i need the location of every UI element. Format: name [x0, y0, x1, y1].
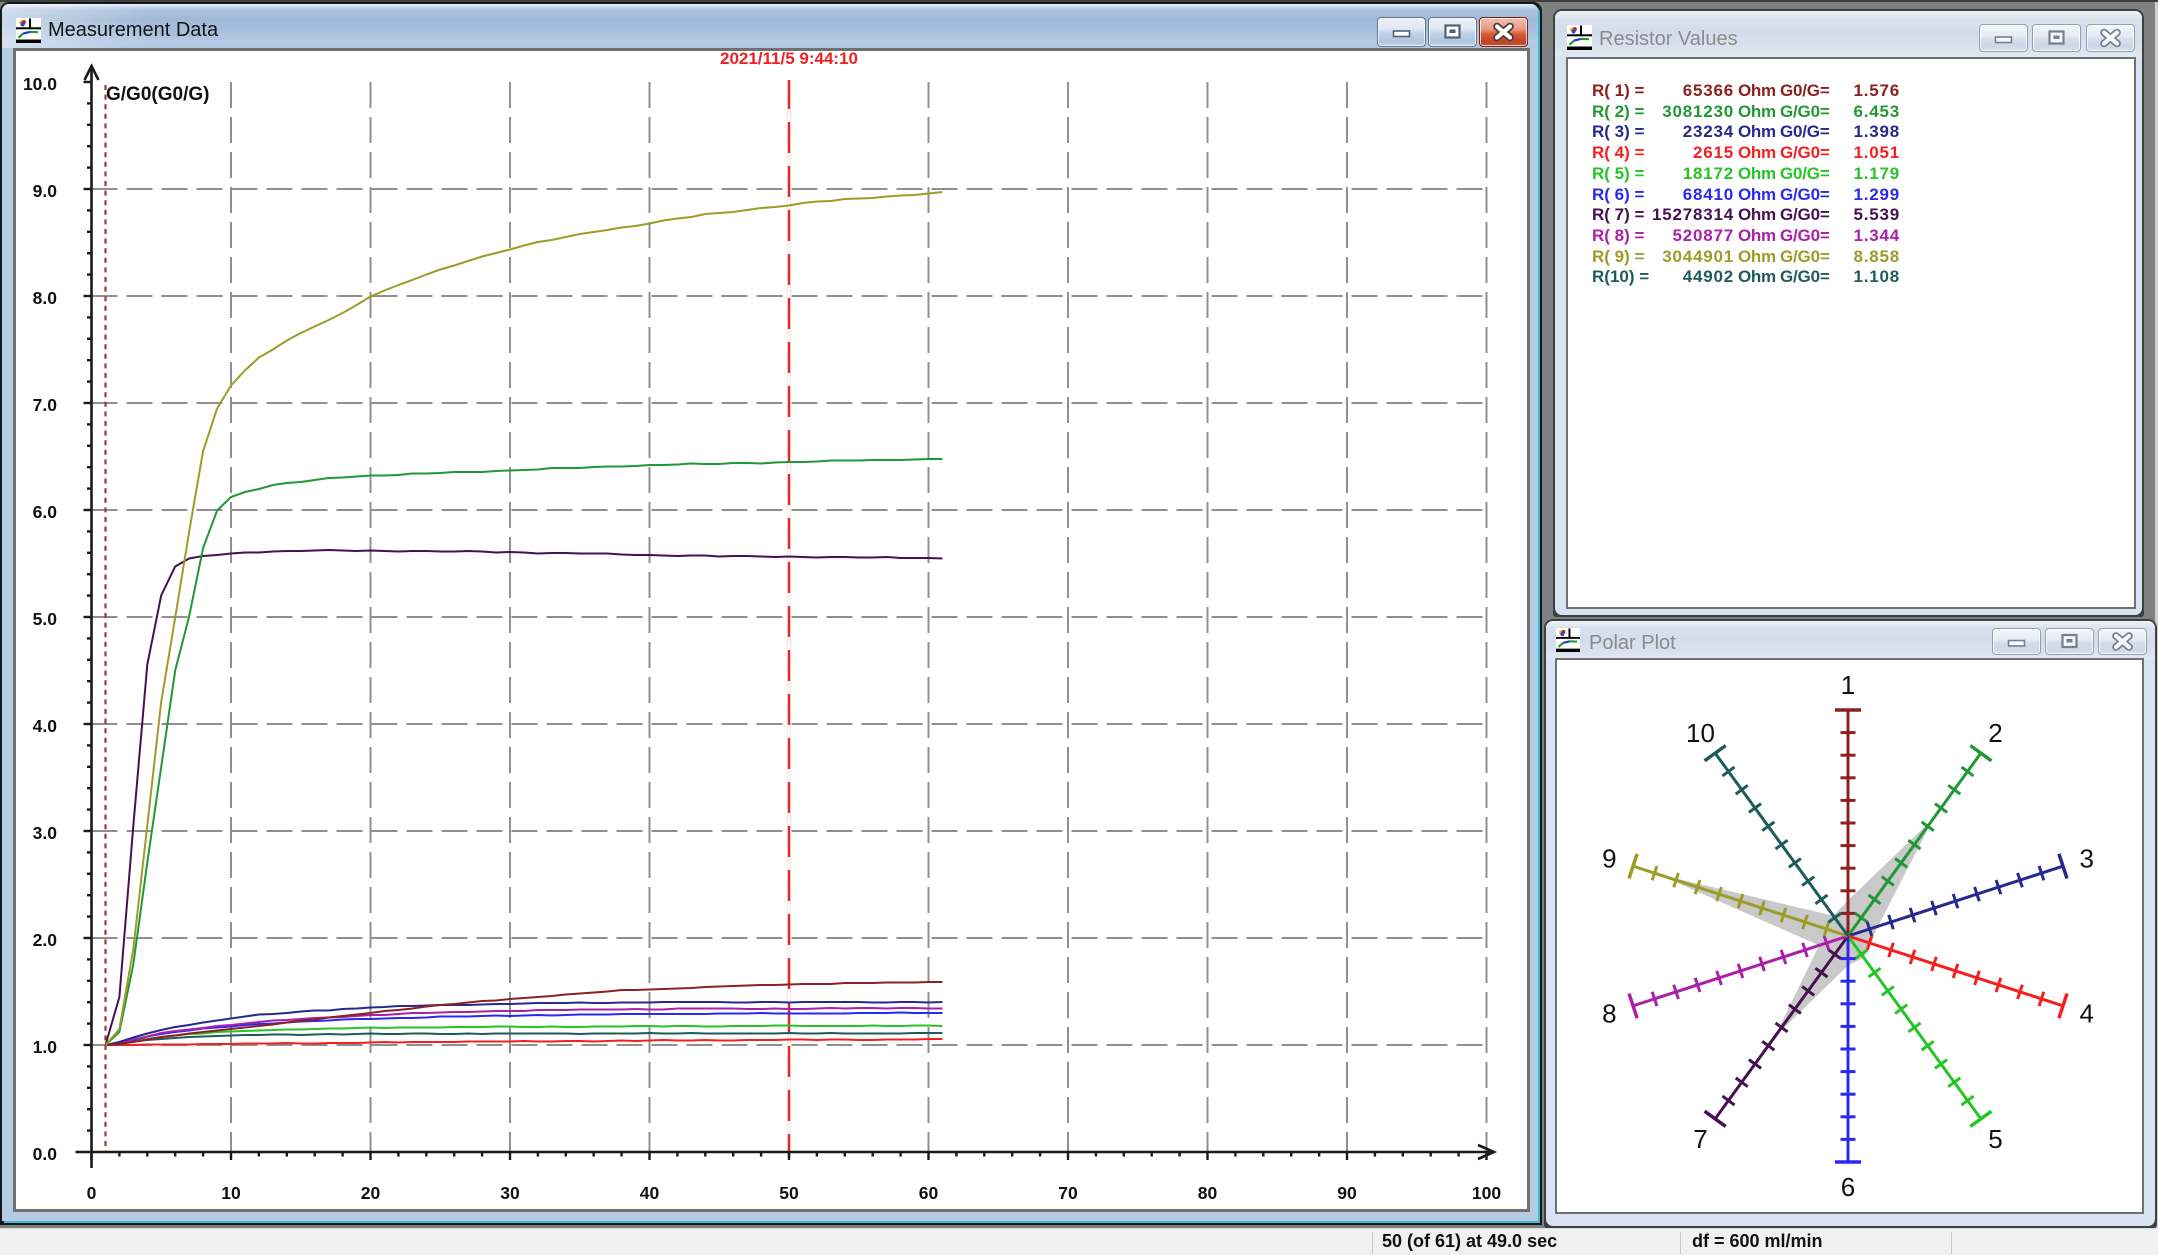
svg-text:50: 50	[779, 1183, 799, 1203]
svg-text:8: 8	[1602, 999, 1616, 1029]
svg-text:60: 60	[919, 1183, 939, 1203]
svg-text:1.0: 1.0	[33, 1037, 58, 1057]
svg-text:0.0: 0.0	[33, 1144, 58, 1164]
svg-text:4.0: 4.0	[33, 716, 58, 736]
svg-text:0: 0	[87, 1183, 97, 1203]
svg-text:5.0: 5.0	[33, 609, 58, 629]
svg-text:6: 6	[1841, 1172, 1855, 1202]
svg-text:3: 3	[2079, 843, 2093, 873]
svg-text:70: 70	[1058, 1183, 1078, 1203]
svg-text:2: 2	[1988, 718, 2002, 748]
svg-text:G/G0(G0/G): G/G0(G0/G)	[106, 84, 209, 105]
svg-text:80: 80	[1198, 1183, 1218, 1203]
svg-text:7.0: 7.0	[33, 395, 58, 415]
svg-text:1: 1	[1841, 670, 1855, 700]
svg-text:40: 40	[640, 1183, 660, 1203]
svg-text:10: 10	[221, 1183, 241, 1203]
svg-text:9.0: 9.0	[33, 181, 58, 201]
svg-text:4: 4	[2079, 999, 2093, 1029]
svg-text:10: 10	[1686, 718, 1715, 748]
svg-text:8.0: 8.0	[33, 288, 58, 308]
svg-text:9: 9	[1602, 843, 1616, 873]
svg-text:30: 30	[500, 1183, 520, 1203]
svg-text:3.0: 3.0	[33, 823, 58, 843]
svg-text:7: 7	[1693, 1124, 1707, 1154]
svg-text:2.0: 2.0	[33, 930, 58, 950]
svg-text:20: 20	[361, 1183, 381, 1203]
svg-text:90: 90	[1337, 1183, 1357, 1203]
svg-text:2021/11/5 9:44:10: 2021/11/5 9:44:10	[720, 51, 858, 68]
svg-text:5: 5	[1988, 1124, 2002, 1154]
svg-text:100: 100	[1472, 1183, 1501, 1203]
svg-text:10.0: 10.0	[23, 74, 57, 94]
svg-text:6.0: 6.0	[33, 502, 58, 522]
